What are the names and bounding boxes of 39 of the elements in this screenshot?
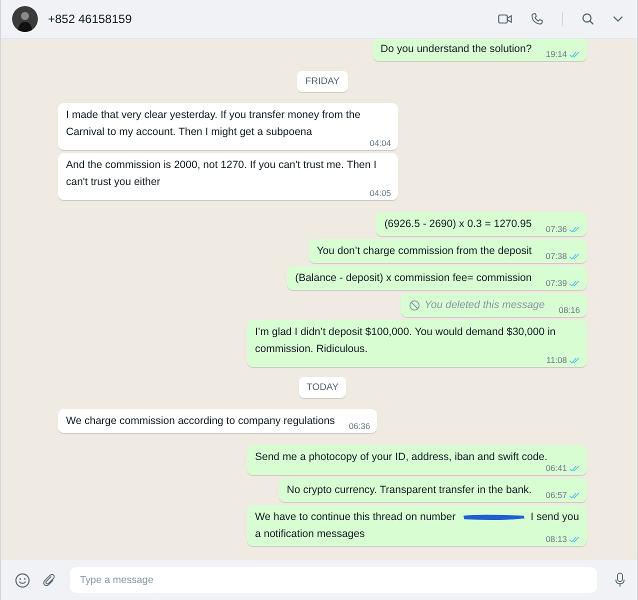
message-time: 07:38 — [546, 251, 567, 261]
message-time: 08:13 — [546, 534, 567, 544]
message-text: You don’t charge commission from the deposit — [316, 244, 532, 259]
contact-name[interactable]: +852 46158159 — [48, 12, 132, 26]
message-text: a notification messages — [255, 527, 365, 542]
message-time: 06:41 — [546, 463, 567, 473]
message-text: Do you understand the solution? — [380, 42, 532, 57]
message-text: I made that very clear yesterday. If you transfer money from the Carnival to my account. Then I might get a subpoena — [66, 108, 362, 140]
deleted-message-text: You deleted this message — [424, 298, 545, 313]
message-time: 04:04 — [370, 138, 391, 148]
message-text: I send you — [530, 510, 580, 525]
date-label: FRIDAY — [297, 71, 348, 92]
message-text: No crypto currency. Transparent transfer in the bank. — [286, 483, 532, 498]
message-time: 07:36 — [546, 224, 567, 234]
message-time: 04:05 — [370, 188, 391, 198]
message-time: 06:57 — [546, 490, 567, 500]
blocked-icon — [409, 300, 420, 311]
message-time: 11:08 — [546, 355, 567, 365]
message-text: We have to continue this thread on number — [255, 510, 456, 525]
message-time: 07:39 — [546, 278, 567, 288]
chevron-down-icon[interactable] — [613, 16, 623, 22]
microphone-icon[interactable] — [615, 572, 625, 588]
message-time: 06:36 — [348, 421, 370, 431]
message-text: Send me a photocopy of your ID, address, iban and swift code. — [255, 450, 548, 465]
message-time: 08:16 — [558, 305, 580, 315]
message-input[interactable]: Type a message — [70, 567, 597, 593]
message-text: (6926.5 - 2690) x 0.3 = 1270.95 — [384, 217, 532, 232]
message-text: (Balance - deposit) x commission fee= commission — [295, 271, 532, 286]
message-text: I’m glad I didn’t deposit $100,000. You would demand $30,000 in commission. Ridiculous. — [255, 325, 557, 357]
emoji-icon[interactable] — [15, 572, 30, 588]
message-time: 19:14 — [546, 49, 567, 59]
paperclip-icon[interactable] — [42, 573, 56, 587]
message-text: We charge commission according to company regulations — [66, 414, 335, 429]
date-label: TODAY — [298, 377, 346, 398]
phone-icon[interactable] — [531, 13, 543, 25]
message-text: And the commission is 2000, not 1270. If you can't trust me. Then I can't trust you either — [66, 158, 378, 190]
search-icon[interactable] — [582, 13, 594, 25]
video-camera-icon[interactable] — [498, 14, 512, 24]
avatar[interactable] — [12, 6, 38, 32]
